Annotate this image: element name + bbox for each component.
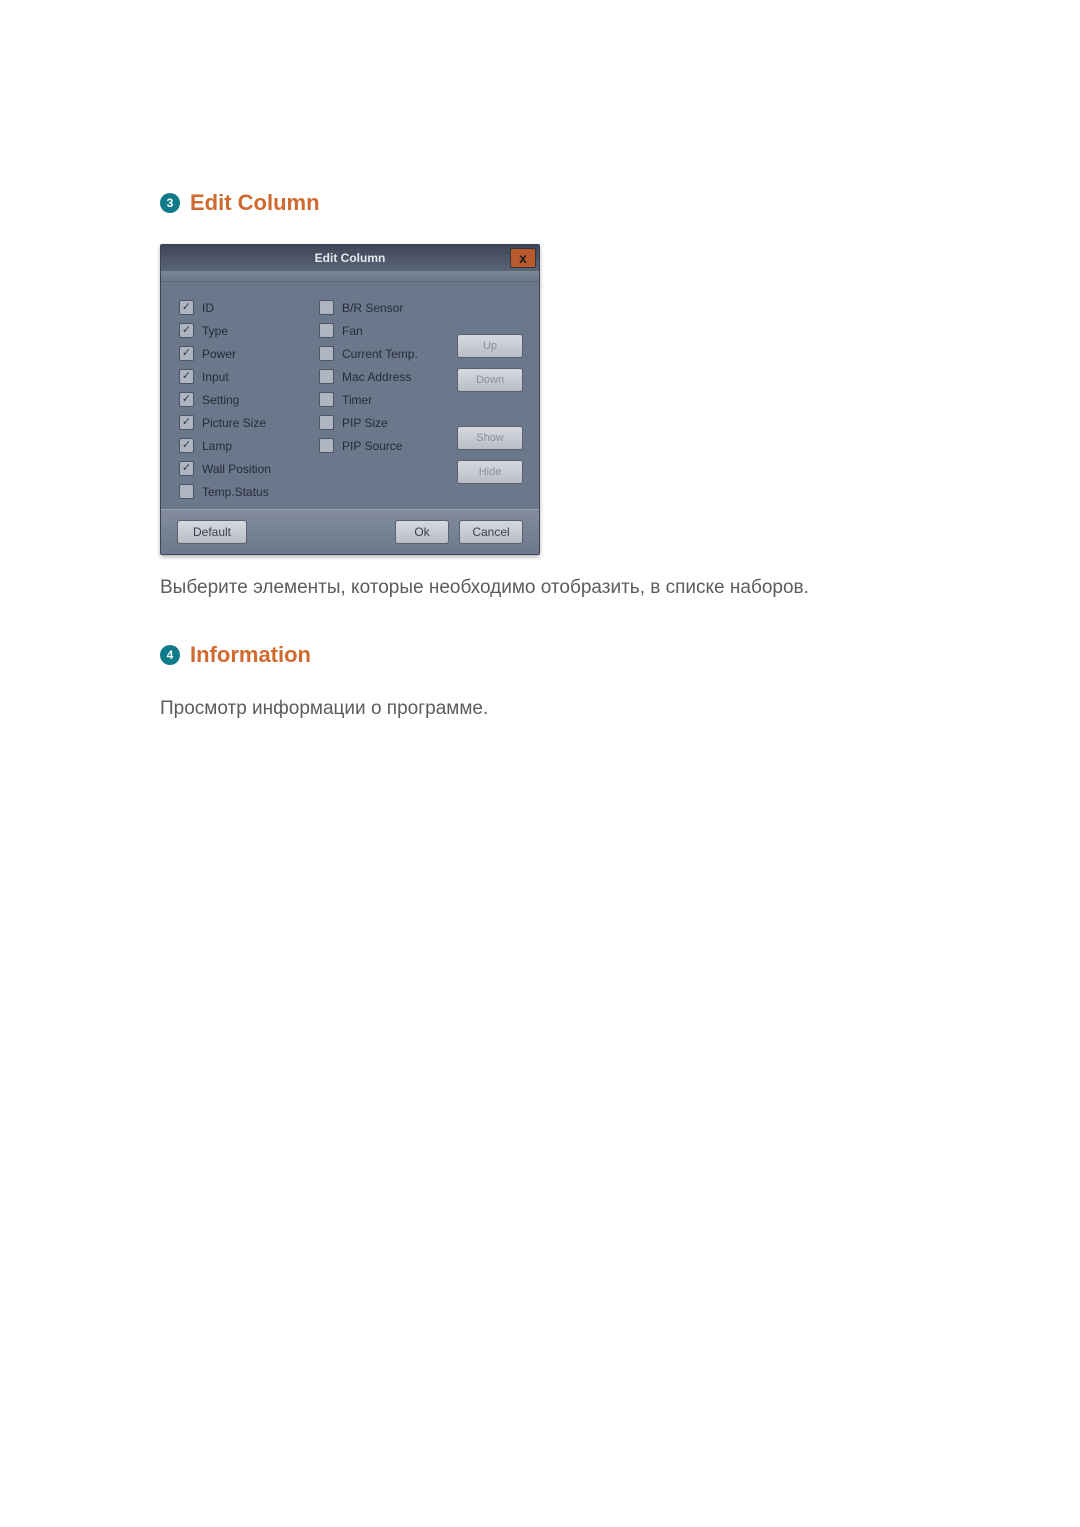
checkbox-label: PIP Size	[342, 416, 388, 430]
dialog-top-strip	[161, 271, 539, 282]
checkbox-label: Temp.Status	[202, 485, 269, 499]
edit-column-dialog-figure: Edit Column x ID Type	[160, 244, 920, 555]
section-3-title: Edit Column	[190, 190, 320, 216]
checkbox-type[interactable]	[179, 323, 194, 338]
checkbox-lamp[interactable]	[179, 438, 194, 453]
checkbox-input[interactable]	[179, 369, 194, 384]
checkbox-label: Timer	[342, 393, 372, 407]
up-button[interactable]: Up	[457, 334, 523, 358]
checkbox-row[interactable]: ID	[179, 300, 319, 315]
checkbox-label: PIP Source	[342, 439, 402, 453]
checkbox-row[interactable]: Power	[179, 346, 319, 361]
section-4-title: Information	[190, 642, 311, 668]
section-4-caption: Просмотр информации о программе.	[160, 696, 920, 723]
checkbox-row[interactable]: Lamp	[179, 438, 319, 453]
checkbox-label: Input	[202, 370, 229, 384]
checkbox-label: Lamp	[202, 439, 232, 453]
badge-3: 3	[160, 193, 180, 213]
dialog-body: ID Type Power Input	[161, 282, 539, 509]
checkbox-br-sensor[interactable]	[319, 300, 334, 315]
down-button[interactable]: Down	[457, 368, 523, 392]
checkbox-id[interactable]	[179, 300, 194, 315]
dialog-footer: Default Ok Cancel	[161, 509, 539, 554]
checkbox-label: ID	[202, 301, 214, 315]
checkbox-row[interactable]: Mac Address	[319, 369, 449, 384]
section-3-caption: Выберите элементы, которые необходимо от…	[160, 575, 920, 602]
checkbox-row[interactable]: Fan	[319, 323, 449, 338]
side-button-column: Up Down Show Hide	[449, 300, 527, 499]
hide-button[interactable]: Hide	[457, 460, 523, 484]
checkbox-label: Fan	[342, 324, 363, 338]
checkbox-row[interactable]: Input	[179, 369, 319, 384]
badge-4: 4	[160, 645, 180, 665]
checkbox-row[interactable]: Type	[179, 323, 319, 338]
section-4-header: 4 Information	[160, 642, 920, 668]
checkbox-power[interactable]	[179, 346, 194, 361]
checkbox-row[interactable]: PIP Size	[319, 415, 449, 430]
checkbox-wall-position[interactable]	[179, 461, 194, 476]
checkbox-label: Power	[202, 347, 236, 361]
checkbox-row[interactable]: Timer	[319, 392, 449, 407]
checkbox-label: Setting	[202, 393, 239, 407]
checkbox-timer[interactable]	[319, 392, 334, 407]
checkbox-column-left: ID Type Power Input	[179, 300, 319, 499]
show-button[interactable]: Show	[457, 426, 523, 450]
checkbox-label: Picture Size	[202, 416, 266, 430]
checkbox-column-right: B/R Sensor Fan Current Temp. Mac Address	[319, 300, 449, 499]
checkbox-setting[interactable]	[179, 392, 194, 407]
close-button[interactable]: x	[510, 248, 536, 268]
spacer	[457, 402, 527, 416]
checkbox-current-temp[interactable]	[319, 346, 334, 361]
checkbox-row[interactable]: PIP Source	[319, 438, 449, 453]
checkbox-mac-address[interactable]	[319, 369, 334, 384]
checkbox-temp-status[interactable]	[179, 484, 194, 499]
cancel-button[interactable]: Cancel	[459, 520, 523, 544]
checkbox-row[interactable]: Picture Size	[179, 415, 319, 430]
checkbox-fan[interactable]	[319, 323, 334, 338]
checkbox-pip-source[interactable]	[319, 438, 334, 453]
ok-button[interactable]: Ok	[395, 520, 449, 544]
checkbox-label: Wall Position	[202, 462, 271, 476]
document-page: 3 Edit Column Edit Column x ID	[0, 0, 1080, 1527]
checkbox-row[interactable]: Wall Position	[179, 461, 319, 476]
edit-column-dialog: Edit Column x ID Type	[160, 244, 540, 555]
checkbox-label: Mac Address	[342, 370, 411, 384]
checkbox-row[interactable]: B/R Sensor	[319, 300, 449, 315]
checkbox-row[interactable]: Setting	[179, 392, 319, 407]
checkbox-row[interactable]: Temp.Status	[179, 484, 319, 499]
default-button[interactable]: Default	[177, 520, 247, 544]
section-3-header: 3 Edit Column	[160, 190, 920, 216]
checkbox-label: Type	[202, 324, 228, 338]
checkbox-label: B/R Sensor	[342, 301, 403, 315]
close-icon: x	[519, 250, 527, 266]
dialog-title: Edit Column	[315, 251, 386, 265]
checkbox-picture-size[interactable]	[179, 415, 194, 430]
checkbox-row[interactable]: Current Temp.	[319, 346, 449, 361]
checkbox-label: Current Temp.	[342, 347, 418, 361]
dialog-titlebar: Edit Column x	[161, 245, 539, 271]
checkbox-pip-size[interactable]	[319, 415, 334, 430]
